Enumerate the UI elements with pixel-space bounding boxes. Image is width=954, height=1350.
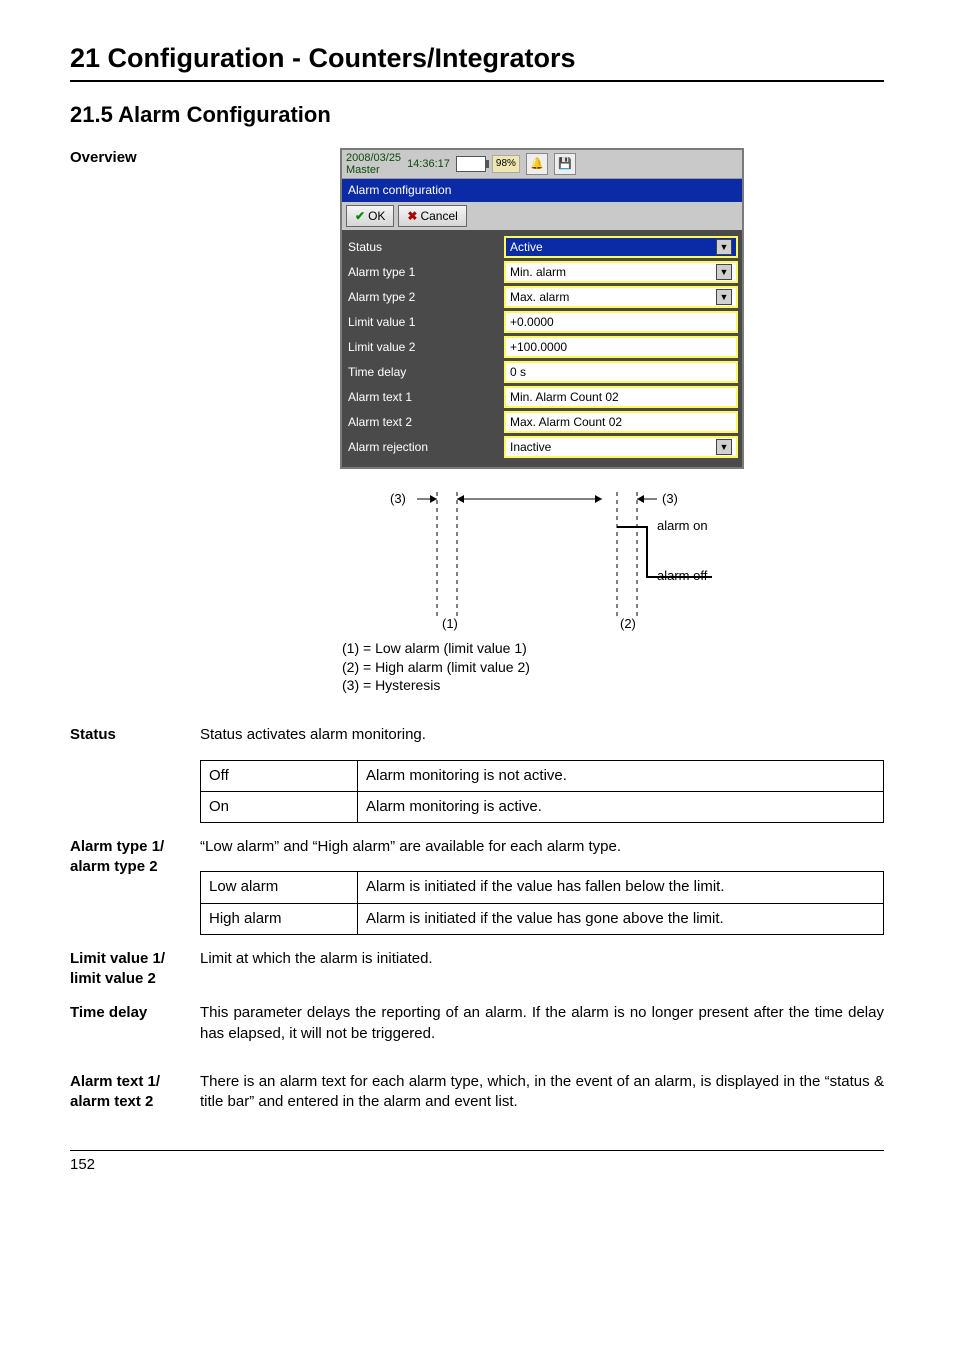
disk-icon: 💾 [554,153,576,175]
alarmtype-intro: “Low alarm” and “High alarm” are availab… [200,837,884,857]
diag-right3: (3) [662,490,678,508]
high-alarm-key: High alarm [201,903,358,934]
field-row: Time delay 0 s [348,361,738,383]
ok-button[interactable]: ✔OK [346,205,394,227]
field-label: Limit value 2 [348,339,498,355]
alarmtext-text: There is an alarm text for each alarm ty… [200,1072,884,1113]
table-row: High alarm Alarm is initiated if the val… [201,903,884,934]
chevron-down-icon[interactable]: ▼ [716,439,732,455]
master-text: Master [346,164,401,176]
alarmtype-label-2: alarm type 2 [70,857,200,877]
field-label: Alarm text 1 [348,389,498,405]
chevron-down-icon[interactable]: ▼ [716,239,732,255]
table-row: Low alarm Alarm is initiated if the valu… [201,872,884,903]
divider [70,80,884,82]
field-label: Alarm rejection [348,439,498,455]
field-value: Max. Alarm Count 02 [510,414,622,430]
diag-m2: (2) [620,615,636,633]
ok-label: OK [368,208,385,224]
status-off-val: Alarm monitoring is not active. [358,760,884,791]
battery-icon [456,156,486,172]
time-text: 14:36:17 [407,158,450,170]
caption-3: (3) = Hysteresis [342,676,742,695]
alarmtype-label-1: Alarm type 1/ [70,837,200,857]
field-row: Alarm text 1 Min. Alarm Count 02 [348,386,738,408]
field-row: Alarm rejection Inactive ▼ [348,436,738,458]
table-row: On Alarm monitoring is active. [201,791,884,822]
field-value: Active [510,239,543,255]
field-label: Limit value 1 [348,314,498,330]
app-screenshot: 2008/03/25 Master 14:36:17 98% 🔔 💾 Alarm… [340,148,744,469]
status-label: Status [70,725,200,745]
diag-left3: (3) [390,490,406,508]
field-input[interactable]: 0 s [504,361,738,383]
status-table: Off Alarm monitoring is not active. On A… [200,760,884,824]
field-input[interactable]: Max. Alarm Count 02 [504,411,738,433]
fields-panel: StatusActive▼Alarm type 1Min. alarm▼Alar… [342,230,742,467]
table-row: Off Alarm monitoring is not active. [201,760,884,791]
status-intro: Status activates alarm monitoring. [200,725,884,745]
button-row: ✔OK ✖Cancel [342,202,742,230]
limit-text: Limit at which the alarm is initiated. [200,949,884,969]
low-alarm-key: Low alarm [201,872,358,903]
field-value: +0.0000 [510,314,554,330]
diagram-caption: (1) = Low alarm (limit value 1) (2) = Hi… [342,639,742,696]
page-number: 152 [70,1150,884,1175]
alarmtext-label-2: alarm text 2 [70,1092,200,1112]
field-input[interactable]: +0.0000 [504,311,738,333]
field-input[interactable]: Min. alarm ▼ [504,261,738,283]
alarmtype-table: Low alarm Alarm is initiated if the valu… [200,871,884,935]
high-alarm-val: Alarm is initiated if the value has gone… [358,903,884,934]
low-alarm-val: Alarm is initiated if the value has fall… [358,872,884,903]
field-row: Alarm type 1 Min. alarm ▼ [348,261,738,283]
screenshot-title: Alarm configuration [342,179,742,201]
field-label: Status [348,239,498,255]
overview-label: Overview [70,148,200,168]
field-row: Alarm type 2 Max. alarm ▼ [348,286,738,308]
diag-alarm-on: alarm on [657,517,708,535]
chevron-down-icon[interactable]: ▼ [716,264,732,280]
field-value: Min. Alarm Count 02 [510,389,619,405]
status-on-key: On [201,791,358,822]
diag-alarm-off: alarm off [657,567,707,585]
field-row: Limit value 2 +100.0000 [348,336,738,358]
timedelay-text: This parameter delays the reporting of a… [200,1003,884,1044]
field-row: Alarm text 2 Max. Alarm Count 02 [348,411,738,433]
field-input[interactable]: Min. Alarm Count 02 [504,386,738,408]
field-input[interactable]: Active ▼ [504,236,738,258]
field-label: Time delay [348,364,498,380]
timedelay-label: Time delay [70,1003,200,1023]
section-title: 21.5 Alarm Configuration [70,100,884,130]
field-label: Alarm text 2 [348,414,498,430]
field-input[interactable]: Inactive ▼ [504,436,738,458]
field-row: Status Active ▼ [348,236,738,258]
field-row: Limit value 1 +0.0000 [348,311,738,333]
field-input[interactable]: +100.0000 [504,336,738,358]
status-on-val: Alarm monitoring is active. [358,791,884,822]
caption-2: (2) = High alarm (limit value 2) [342,658,742,677]
field-value: 0 s [510,364,526,380]
field-label: Alarm type 1 [348,264,498,280]
field-value: Min. alarm [510,264,566,280]
alarmtext-label-1: Alarm text 1/ [70,1072,200,1092]
chapter-title: 21 Configuration - Counters/Integrators [70,40,884,76]
cancel-label: Cancel [420,208,457,224]
field-value: Max. alarm [510,289,569,305]
limit-label-2: limit value 2 [70,969,200,989]
field-value: Inactive [510,439,551,455]
diag-m1: (1) [442,615,458,633]
chevron-down-icon[interactable]: ▼ [716,289,732,305]
alarm-diagram: (3) (3) alarm on alarm off (1) (2) [342,487,742,637]
battery-percent: 98% [492,155,520,173]
caption-1: (1) = Low alarm (limit value 1) [342,639,742,658]
limit-label-1: Limit value 1/ [70,949,200,969]
screenshot-header: 2008/03/25 Master 14:36:17 98% 🔔 💾 [342,150,742,179]
field-label: Alarm type 2 [348,289,498,305]
status-off-key: Off [201,760,358,791]
date-text: 2008/03/25 [346,152,401,164]
field-value: +100.0000 [510,339,567,355]
cancel-button[interactable]: ✖Cancel [398,205,466,227]
bell-icon: 🔔 [526,153,548,175]
field-input[interactable]: Max. alarm ▼ [504,286,738,308]
